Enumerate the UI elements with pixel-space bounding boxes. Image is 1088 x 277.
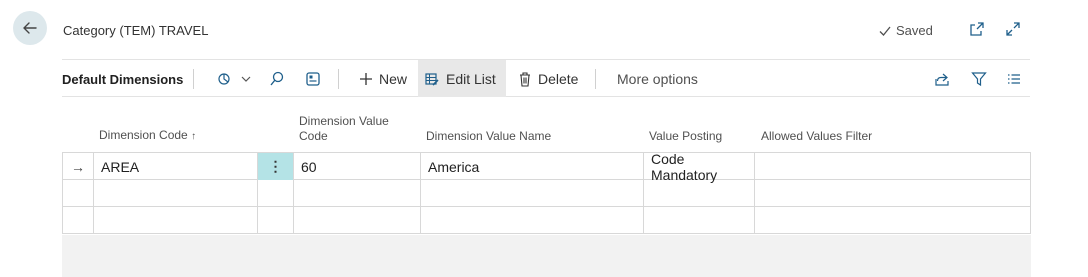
search-icon[interactable]	[268, 70, 286, 88]
toolbar-divider	[338, 69, 339, 89]
dimension-code-cell[interactable]	[93, 207, 257, 234]
row-actions-cell[interactable]	[257, 207, 293, 234]
checkmark-icon	[879, 26, 891, 36]
toolbar-divider	[595, 69, 596, 89]
allowed-values-filter-cell[interactable]	[754, 153, 1031, 180]
dimension-code-cell[interactable]: AREA	[93, 153, 257, 180]
chevron-down-icon	[241, 76, 251, 82]
table-row[interactable]	[62, 207, 1031, 234]
delete-label: Delete	[538, 70, 579, 87]
row-actions-menu-icon[interactable]: ⋮	[257, 153, 293, 180]
expand-icon[interactable]	[1004, 20, 1022, 38]
new-label: New	[379, 70, 408, 87]
table-row[interactable]: → AREA ⋮ 60 America Code Mandatory	[62, 151, 1031, 183]
saved-status: Saved	[878, 23, 933, 38]
column-header-allowed-values-filter[interactable]: Allowed Values Filter	[761, 129, 872, 144]
row-indicator	[62, 180, 93, 207]
value-posting-cell[interactable]: Code Mandatory	[643, 151, 754, 183]
list-view-icon[interactable]	[1005, 70, 1023, 88]
dimension-code-cell[interactable]	[93, 180, 257, 207]
more-options-button[interactable]: More options	[611, 60, 704, 97]
dimension-value-name-cell[interactable]	[420, 180, 643, 207]
back-button[interactable]	[13, 11, 47, 45]
filter-icon[interactable]	[970, 70, 988, 88]
action-bar: Default Dimensions New Edit List Delete …	[62, 59, 1030, 97]
saved-label: Saved	[896, 23, 933, 38]
row-actions-cell[interactable]	[257, 180, 293, 207]
allowed-values-filter-cell[interactable]	[754, 180, 1031, 207]
data-analysis-menu-button[interactable]	[210, 60, 258, 97]
row-indicator-arrow-icon: →	[62, 153, 93, 180]
page-title: Category (TEM) TRAVEL	[63, 23, 209, 38]
table-row[interactable]	[62, 180, 1031, 207]
value-posting-cell[interactable]	[643, 180, 754, 207]
arrow-left-icon	[23, 22, 37, 34]
share-icon[interactable]	[933, 70, 951, 88]
dimensions-grid: → AREA ⋮ 60 America Code Mandatory	[62, 151, 1031, 234]
toolbar-divider	[193, 69, 194, 89]
delete-button[interactable]: Delete	[512, 60, 584, 97]
plus-icon	[360, 72, 372, 85]
edit-list-icon	[425, 72, 439, 86]
grid-header: Dimension Code ↑ Dimension Value Code Di…	[62, 105, 1030, 152]
sort-ascending-icon: ↑	[191, 131, 197, 142]
more-options-label: More options	[617, 70, 698, 87]
open-in-new-window-icon[interactable]	[968, 20, 986, 38]
analysis-icon	[218, 72, 230, 85]
edit-list-button[interactable]: Edit List	[418, 60, 506, 97]
edit-list-label: Edit List	[446, 70, 496, 87]
grid-empty-area	[62, 235, 1031, 277]
filter-pane-icon[interactable]	[304, 70, 322, 88]
dimension-value-name-cell[interactable]: America	[420, 153, 643, 180]
dimension-value-name-cell[interactable]	[420, 207, 643, 234]
trash-icon	[520, 71, 530, 87]
row-indicator	[62, 207, 93, 234]
allowed-values-filter-cell[interactable]	[754, 207, 1031, 234]
part-title: Default Dimensions	[62, 72, 184, 87]
column-header-value-posting[interactable]: Value Posting	[649, 129, 722, 144]
column-header-dimension-value-code[interactable]: Dimension Value Code	[299, 114, 389, 144]
dimension-value-code-cell[interactable]	[293, 207, 420, 234]
dimension-value-code-cell[interactable]: 60	[293, 153, 420, 180]
dimension-value-code-cell[interactable]	[293, 180, 420, 207]
value-posting-cell[interactable]	[643, 207, 754, 234]
new-button[interactable]: New	[353, 60, 413, 97]
column-header-dimension-value-name[interactable]: Dimension Value Name	[426, 129, 551, 144]
column-header-dimension-code[interactable]: Dimension Code ↑	[99, 128, 196, 144]
